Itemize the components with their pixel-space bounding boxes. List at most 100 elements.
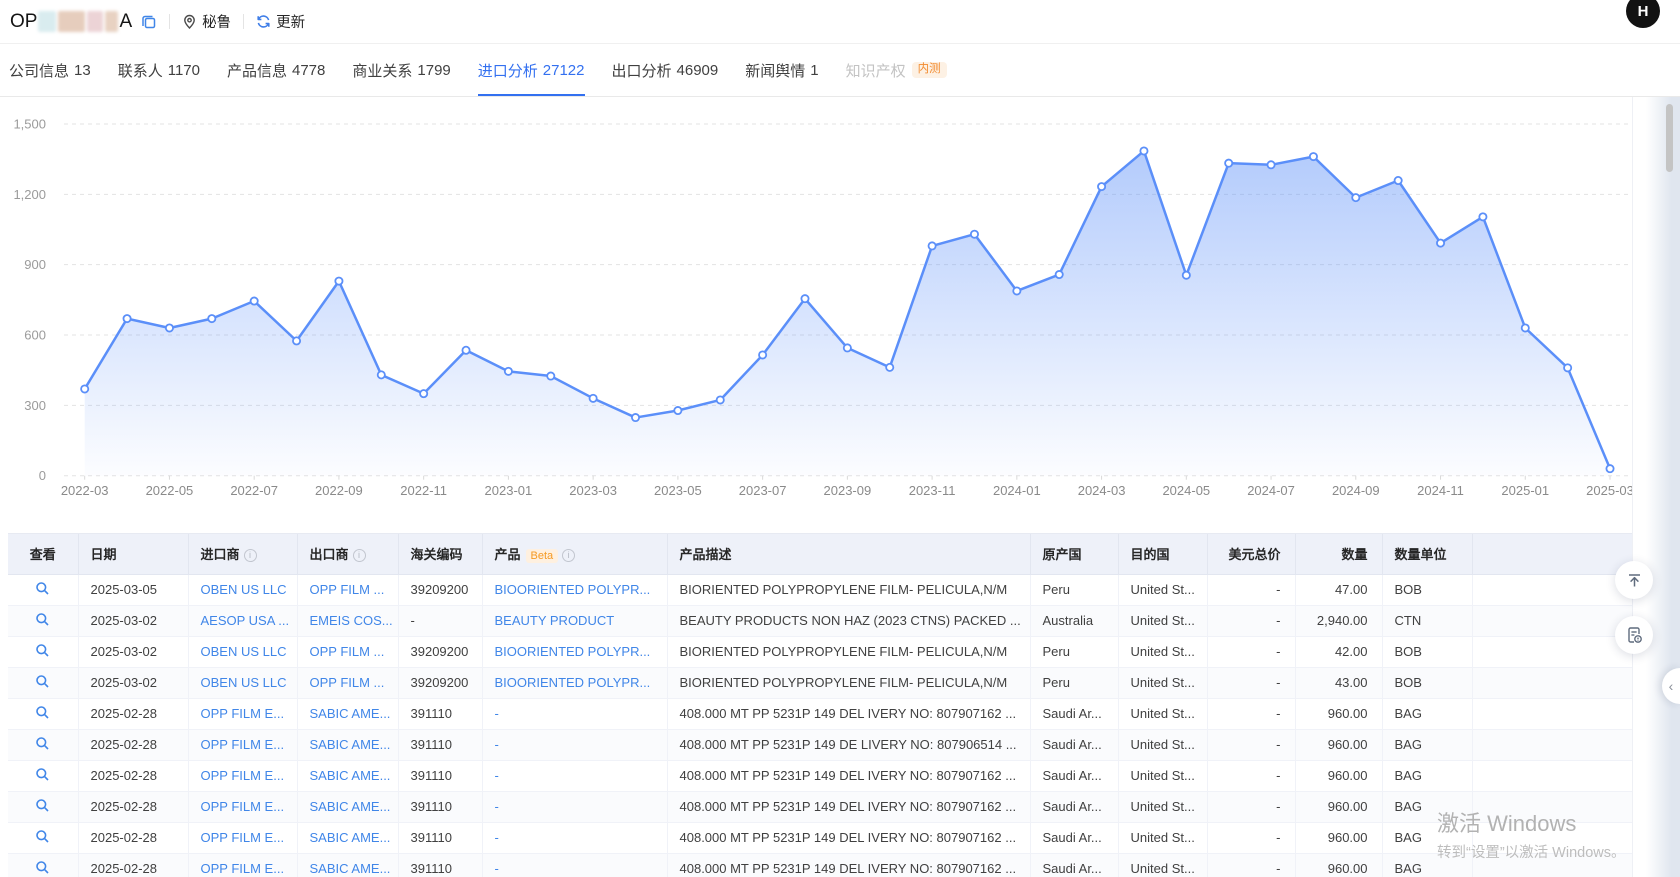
cell-product[interactable]: - — [482, 791, 667, 822]
table-row[interactable]: 2025-02-28OPP FILM E...SABIC AME...39111… — [8, 791, 1632, 822]
cell-importer[interactable]: OBEN US LLC — [188, 667, 297, 698]
data-point[interactable] — [1225, 160, 1232, 167]
view-magnifier-icon[interactable] — [35, 767, 50, 782]
cell-importer[interactable]: OPP FILM E... — [188, 822, 297, 853]
cell-product[interactable]: - — [482, 822, 667, 853]
cell-product[interactable]: - — [482, 729, 667, 760]
cell-exporter[interactable]: OPP FILM ... — [297, 636, 398, 667]
info-icon[interactable]: i — [562, 549, 575, 562]
view-magnifier-icon[interactable] — [35, 829, 50, 844]
view-magnifier-icon[interactable] — [35, 643, 50, 658]
column-header-importer[interactable]: 进口商i — [188, 534, 297, 574]
cell-importer[interactable]: OPP FILM E... — [188, 853, 297, 877]
data-point[interactable] — [929, 242, 936, 249]
cell-product[interactable]: BIOORIENTED POLYPR... — [482, 574, 667, 605]
tab-进口分析[interactable]: 进口分析27122 — [478, 44, 585, 96]
view-magnifier-icon[interactable] — [35, 705, 50, 720]
cell-exporter[interactable]: SABIC AME... — [297, 853, 398, 877]
cell-exporter[interactable]: SABIC AME... — [297, 760, 398, 791]
table-row[interactable]: 2025-02-28OPP FILM E...SABIC AME...39111… — [8, 822, 1632, 853]
view-detail-button[interactable] — [8, 667, 78, 698]
cell-exporter[interactable]: EMEIS COS... — [297, 605, 398, 636]
cell-exporter[interactable]: SABIC AME... — [297, 729, 398, 760]
tab-联系人[interactable]: 联系人1170 — [118, 44, 200, 96]
data-point[interactable] — [1140, 147, 1147, 154]
cell-product[interactable]: - — [482, 698, 667, 729]
data-point[interactable] — [505, 368, 512, 375]
table-row[interactable]: 2025-03-05OBEN US LLCOPP FILM ...3920920… — [8, 574, 1632, 605]
data-point[interactable] — [462, 347, 469, 354]
data-point[interactable] — [1395, 177, 1402, 184]
data-point[interactable] — [1564, 364, 1571, 371]
data-point[interactable] — [547, 372, 554, 379]
table-row[interactable]: 2025-02-28OPP FILM E...SABIC AME...39111… — [8, 853, 1632, 877]
cell-exporter[interactable]: OPP FILM ... — [297, 667, 398, 698]
data-point[interactable] — [590, 395, 597, 402]
data-point[interactable] — [335, 277, 342, 284]
column-header-exporter[interactable]: 出口商i — [297, 534, 398, 574]
table-row[interactable]: 2025-03-02AESOP USA ...EMEIS COS...-BEAU… — [8, 605, 1632, 636]
data-point[interactable] — [293, 337, 300, 344]
tab-公司信息[interactable]: 公司信息13 — [9, 44, 91, 96]
cell-product[interactable]: - — [482, 760, 667, 791]
data-point[interactable] — [844, 344, 851, 351]
table-row[interactable]: 2025-02-28OPP FILM E...SABIC AME...39111… — [8, 698, 1632, 729]
back-to-top-button[interactable] — [1615, 561, 1653, 599]
table-row[interactable]: 2025-02-28OPP FILM E...SABIC AME...39111… — [8, 760, 1632, 791]
cell-importer[interactable]: OPP FILM E... — [188, 760, 297, 791]
view-magnifier-icon[interactable] — [35, 736, 50, 751]
view-magnifier-icon[interactable] — [35, 612, 50, 627]
tab-知识产权[interactable]: 知识产权内测 — [846, 44, 947, 96]
cell-importer[interactable]: AESOP USA ... — [188, 605, 297, 636]
cell-importer[interactable]: OPP FILM E... — [188, 729, 297, 760]
data-point[interactable] — [971, 231, 978, 238]
column-header-product[interactable]: 产品Betai — [482, 534, 667, 574]
data-point[interactable] — [1606, 465, 1613, 472]
cell-exporter[interactable]: OPP FILM ... — [297, 574, 398, 605]
data-point[interactable] — [208, 315, 215, 322]
feedback-button[interactable] — [1615, 616, 1653, 654]
data-point[interactable] — [1267, 161, 1274, 168]
data-point[interactable] — [1479, 213, 1486, 220]
tab-新闻舆情[interactable]: 新闻舆情1 — [745, 44, 818, 96]
tab-出口分析[interactable]: 出口分析46909 — [612, 44, 719, 96]
cell-product[interactable]: BEAUTY PRODUCT — [482, 605, 667, 636]
cell-exporter[interactable]: SABIC AME... — [297, 822, 398, 853]
tab-商业关系[interactable]: 商业关系1799 — [352, 44, 450, 96]
table-row[interactable]: 2025-03-02OBEN US LLCOPP FILM ...3920920… — [8, 636, 1632, 667]
view-magnifier-icon[interactable] — [35, 581, 50, 596]
cell-exporter[interactable]: SABIC AME... — [297, 791, 398, 822]
data-point[interactable] — [886, 364, 893, 371]
info-icon[interactable]: i — [244, 549, 257, 562]
cell-product[interactable]: BIOORIENTED POLYPR... — [482, 636, 667, 667]
data-point[interactable] — [674, 407, 681, 414]
cell-product[interactable]: BIOORIENTED POLYPR... — [482, 667, 667, 698]
import-trend-chart[interactable]: 03006009001,2001,5002022-032022-052022-0… — [0, 97, 1632, 512]
view-detail-button[interactable] — [8, 729, 78, 760]
view-detail-button[interactable] — [8, 574, 78, 605]
data-point[interactable] — [759, 351, 766, 358]
data-point[interactable] — [420, 390, 427, 397]
view-detail-button[interactable] — [8, 605, 78, 636]
data-point[interactable] — [1522, 324, 1529, 331]
data-point[interactable] — [1183, 272, 1190, 279]
data-point[interactable] — [166, 324, 173, 331]
view-detail-button[interactable] — [8, 698, 78, 729]
cell-importer[interactable]: OBEN US LLC — [188, 574, 297, 605]
info-icon[interactable]: i — [353, 549, 366, 562]
view-detail-button[interactable] — [8, 760, 78, 791]
table-row[interactable]: 2025-02-28OPP FILM E...SABIC AME...39111… — [8, 729, 1632, 760]
view-detail-button[interactable] — [8, 636, 78, 667]
cell-product[interactable]: - — [482, 853, 667, 877]
data-point[interactable] — [1056, 271, 1063, 278]
vertical-scrollbar-thumb[interactable] — [1666, 104, 1673, 172]
data-point[interactable] — [1310, 153, 1317, 160]
location-button[interactable]: 秘鲁 — [182, 11, 231, 32]
data-point[interactable] — [251, 297, 258, 304]
view-detail-button[interactable] — [8, 791, 78, 822]
cell-exporter[interactable]: SABIC AME... — [297, 698, 398, 729]
data-point[interactable] — [378, 371, 385, 378]
view-magnifier-icon[interactable] — [35, 674, 50, 689]
update-button[interactable]: 更新 — [256, 11, 305, 32]
data-point[interactable] — [632, 414, 639, 421]
